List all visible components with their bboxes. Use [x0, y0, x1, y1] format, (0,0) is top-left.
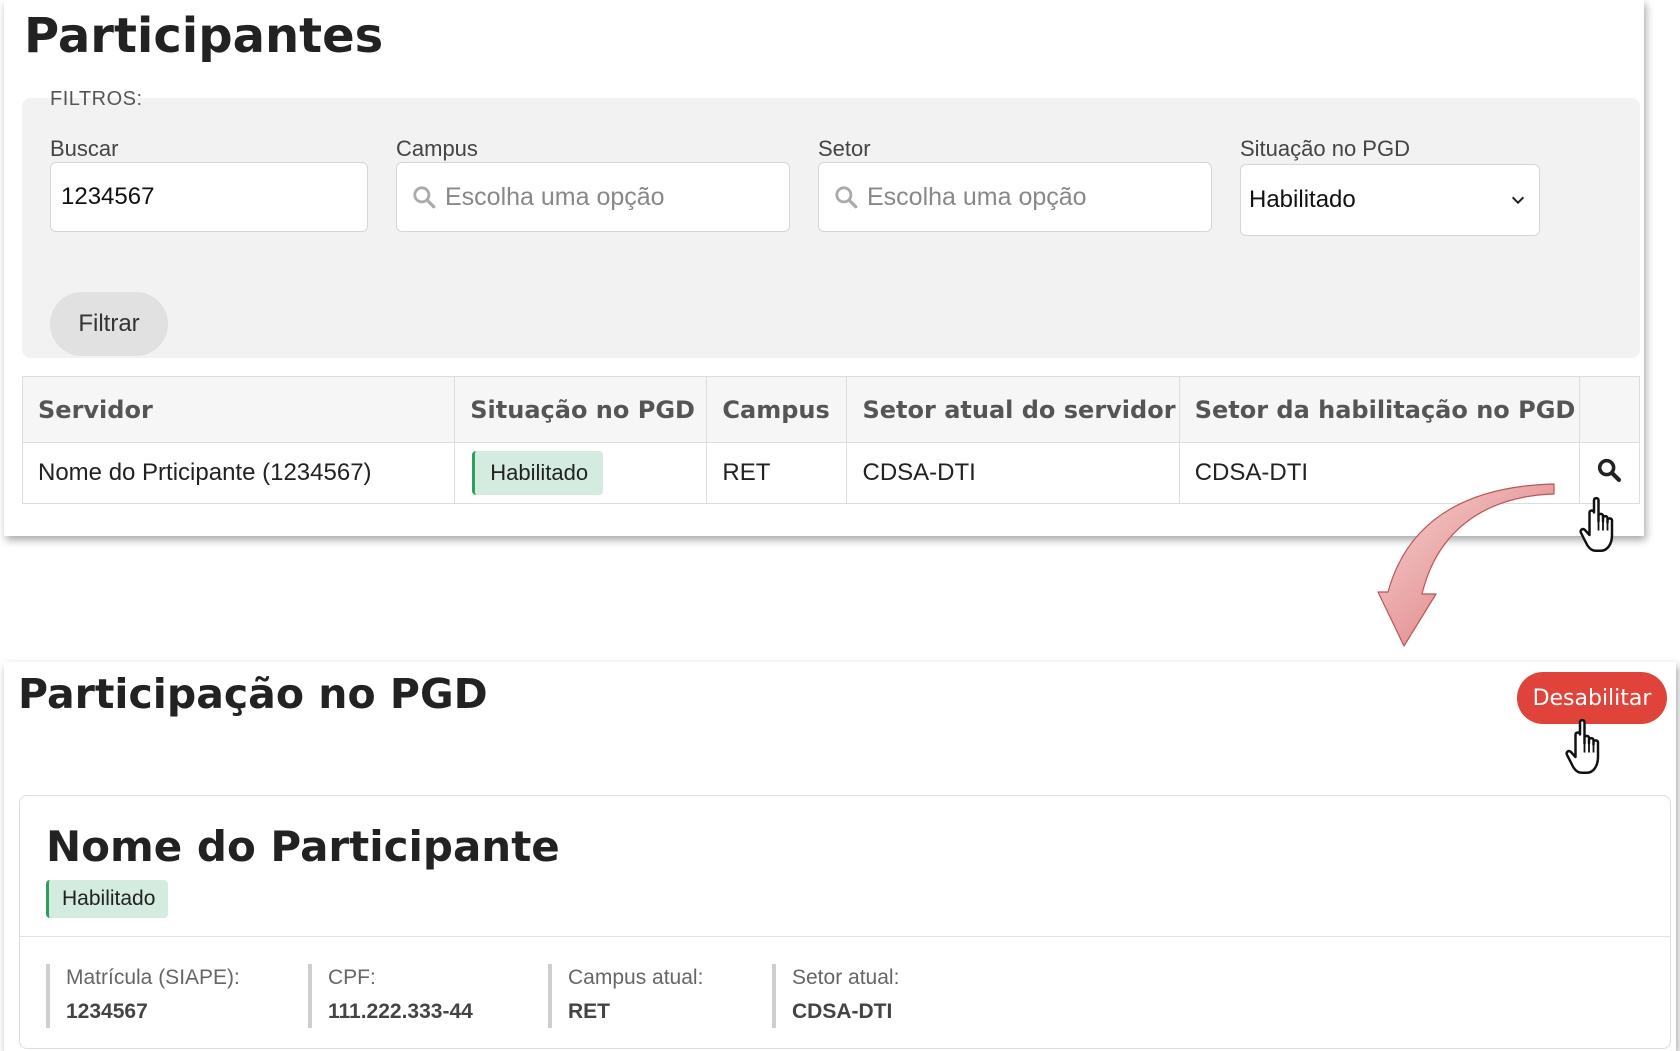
- status-select[interactable]: Habilitado: [1240, 164, 1540, 236]
- page-title: Participantes: [24, 8, 384, 64]
- column-header-situacao: Situação no PGD: [454, 376, 708, 443]
- campus-placeholder: Escolha uma opção: [445, 182, 665, 211]
- status-badge: Habilitado: [472, 451, 604, 495]
- column-header-setor-atual: Setor atual do servidor: [846, 376, 1180, 443]
- column-header-setor-habilitacao: Setor da habilitação no PGD: [1178, 376, 1580, 443]
- search-icon: [835, 186, 858, 209]
- cell-situacao: Habilitado: [454, 442, 708, 504]
- filter-button[interactable]: Filtrar: [50, 292, 168, 356]
- info-setor: Setor atual: CDSA-DTI: [772, 964, 899, 1028]
- participant-name: Nome do Participante: [46, 822, 560, 871]
- pointer-hand-icon: [1565, 718, 1600, 774]
- pointer-hand-icon: [1579, 496, 1614, 552]
- info-value: 1234567: [66, 1000, 148, 1023]
- status-label: Situação no PGD: [1240, 136, 1410, 161]
- info-label: Campus atual:: [568, 966, 704, 989]
- info-value: RET: [568, 1000, 610, 1023]
- section-title: Participação no PGD: [18, 670, 488, 718]
- info-label: CPF:: [328, 966, 376, 989]
- sector-label: Setor: [818, 136, 871, 161]
- curved-arrow: [1377, 483, 1555, 647]
- info-value: CDSA-DTI: [792, 1000, 893, 1023]
- column-header-servidor: Servidor: [21, 376, 456, 443]
- cell-setor-atual: CDSA-DTI: [846, 442, 1180, 504]
- search-label: Buscar: [50, 136, 119, 161]
- table-header-row: Servidor Situação no PGD Campus Setor at…: [21, 376, 1641, 443]
- filters-box: FILTROS: Buscar 1234567 Campus Escolha u…: [22, 88, 1640, 358]
- sector-placeholder: Escolha uma opção: [867, 182, 1087, 211]
- sector-select[interactable]: Escolha uma opção: [818, 162, 1212, 232]
- participation-panel: Participação no PGD Desabilitar Nome do …: [4, 662, 1676, 1051]
- cell-servidor: Nome do Prticipante (1234567): [21, 442, 456, 504]
- search-input[interactable]: 1234567: [50, 162, 368, 232]
- info-matricula: Matrícula (SIAPE): 1234567: [46, 964, 240, 1028]
- column-header-actions: [1578, 376, 1641, 443]
- info-value: 111.222.333-44: [328, 1000, 473, 1023]
- column-header-campus: Campus: [706, 376, 848, 443]
- campus-select[interactable]: Escolha uma opção: [396, 162, 790, 232]
- search-icon: [1598, 458, 1622, 482]
- info-label: Setor atual:: [792, 966, 900, 989]
- participants-panel: Participantes FILTROS: Buscar 1234567 Ca…: [4, 0, 1644, 536]
- status-badge: Habilitado: [46, 880, 169, 918]
- search-input-value: 1234567: [61, 183, 155, 210]
- status-select-value: Habilitado: [1249, 186, 1356, 213]
- campus-label: Campus: [396, 136, 478, 161]
- cell-campus: RET: [706, 442, 848, 504]
- info-campus: Campus atual: RET: [548, 964, 703, 1028]
- info-cpf: CPF: 111.222.333-44: [308, 964, 473, 1028]
- chevron-down-icon: [1511, 196, 1525, 205]
- info-label: Matrícula (SIAPE):: [66, 966, 240, 989]
- card-divider: [20, 936, 1670, 937]
- filters-legend: FILTROS:: [50, 88, 143, 110]
- search-icon: [413, 186, 436, 209]
- participant-card: Nome do Participante Habilitado Matrícul…: [19, 795, 1671, 1049]
